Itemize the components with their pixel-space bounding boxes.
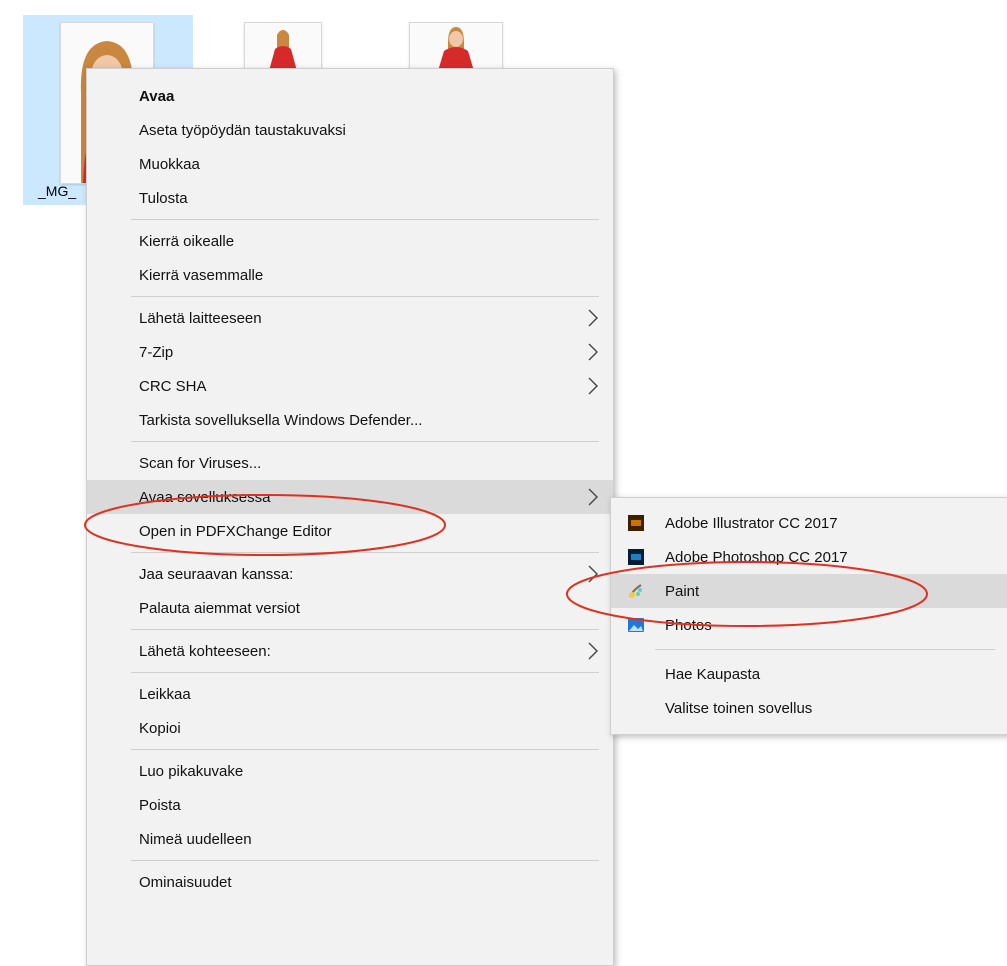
menu-item-label: Kopioi: [139, 720, 181, 737]
chevron-right-icon: [588, 377, 598, 395]
background-file-details: [612, 728, 1007, 738]
menu-separator: [131, 749, 599, 750]
chevron-right-icon: [588, 565, 598, 583]
menu-item-luo-pikakuvake[interactable]: Luo pikakuvake: [87, 754, 613, 788]
menu-item-label: Lähetä kohteeseen:: [139, 643, 271, 660]
menu-item-tulosta[interactable]: Tulosta: [87, 181, 613, 215]
submenu-separator: [655, 649, 995, 650]
file-thumbnail-2[interactable]: [244, 22, 322, 72]
menu-separator: [131, 296, 599, 297]
menu-item-avaa-sovelluksessa[interactable]: Avaa sovelluksessa: [87, 480, 613, 514]
paint-icon: [629, 584, 642, 598]
menu-item-nimea-uudelleen[interactable]: Nimeä uudelleen: [87, 822, 613, 856]
photos-icon: [628, 618, 644, 632]
menu-item-laheta-kohteeseen[interactable]: Lähetä kohteeseen:: [87, 634, 613, 668]
menu-item-label: Tulosta: [139, 190, 188, 207]
menu-item-jaa-seuraavan-kanssa[interactable]: Jaa seuraavan kanssa:: [87, 557, 613, 591]
open-with-submenu: Adobe Illustrator CC 2017 Adobe Photoshop…: [610, 497, 1007, 735]
menu-item-label: Ominaisuudet: [139, 874, 232, 891]
menu-item-kierra-vasemmalle[interactable]: Kierrä vasemmalle: [87, 258, 613, 292]
submenu-item-hae-kaupasta[interactable]: Hae Kaupasta: [611, 657, 1007, 691]
menu-item-label: Open in PDFXChange Editor: [139, 523, 332, 540]
menu-item-label: Avaa: [139, 88, 175, 105]
portrait-photo-icon: [410, 23, 502, 71]
illustrator-icon: [628, 515, 644, 531]
menu-item-label: Poista: [139, 797, 181, 814]
menu-item-label: Nimeä uudelleen: [139, 831, 252, 848]
chevron-right-icon: [588, 642, 598, 660]
portrait-photo-icon: [245, 23, 321, 71]
menu-item-scan-for-viruses[interactable]: Scan for Viruses...: [87, 446, 613, 480]
menu-item-label: Aseta työpöydän taustakuvaksi: [139, 122, 346, 139]
menu-item-poista[interactable]: Poista: [87, 788, 613, 822]
menu-separator: [131, 629, 599, 630]
submenu-item-label: Adobe Illustrator CC 2017: [665, 515, 838, 532]
photoshop-icon: [628, 549, 644, 565]
menu-item-label: Muokkaa: [139, 156, 200, 173]
menu-separator: [131, 219, 599, 220]
chevron-right-icon: [588, 488, 598, 506]
submenu-item-label: Photos: [665, 617, 712, 634]
menu-item-label: CRC SHA: [139, 378, 207, 395]
menu-separator: [131, 672, 599, 673]
menu-item-laheta-laitteeseen[interactable]: Lähetä laitteeseen: [87, 301, 613, 335]
submenu-item-label: Paint: [665, 583, 700, 600]
file-name-label: _MG_: [38, 183, 77, 199]
menu-item-aseta-tyopoydan-taustakuvaksi[interactable]: Aseta työpöydän taustakuvaksi: [87, 113, 613, 147]
menu-item-avaa[interactable]: Avaa: [87, 79, 613, 113]
menu-item-label: Luo pikakuvake: [139, 763, 244, 780]
menu-item-label: Kierrä oikealle: [139, 233, 235, 250]
menu-item-open-in-pdfxchange-editor[interactable]: Open in PDFXChange Editor: [87, 514, 613, 548]
chevron-right-icon: [588, 309, 598, 327]
menu-separator: [131, 552, 599, 553]
menu-item-leikkaa[interactable]: Leikkaa: [87, 677, 613, 711]
menu-item-tarkista-sovelluksella-windows-defender[interactable]: Tarkista sovelluksella Windows Defender.…: [87, 403, 613, 437]
submenu-item-photos[interactable]: Photos: [611, 608, 1007, 642]
chevron-right-icon: [588, 343, 598, 361]
menu-item-label: Tarkista sovelluksella Windows Defender.…: [139, 412, 423, 429]
menu-item-label: Avaa sovelluksessa: [139, 489, 271, 506]
file-thumbnail-3[interactable]: [409, 22, 503, 72]
submenu-item-label: Valitse toinen sovellus: [665, 700, 813, 717]
context-menu: Avaa Aseta työpöydän taustakuvaksi Muokkaa…: [86, 68, 614, 966]
menu-item-ominaisuudet[interactable]: Ominaisuudet: [87, 865, 613, 899]
menu-separator: [131, 441, 599, 442]
menu-item-label: Palauta aiemmat versiot: [139, 600, 300, 617]
menu-item-muokkaa[interactable]: Muokkaa: [87, 147, 613, 181]
menu-item-kopioi[interactable]: Kopioi: [87, 711, 613, 745]
menu-item-kierra-oikealle[interactable]: Kierrä oikealle: [87, 224, 613, 258]
menu-item-label: 7-Zip: [139, 344, 174, 361]
submenu-item-adobe-photoshop-cc-2017[interactable]: Adobe Photoshop CC 2017: [611, 540, 1007, 574]
menu-item-label: Jaa seuraavan kanssa:: [139, 566, 294, 583]
menu-item-palauta-aiemmat-versiot[interactable]: Palauta aiemmat versiot: [87, 591, 613, 625]
menu-item-crc-sha[interactable]: CRC SHA: [87, 369, 613, 403]
menu-item-label: Scan for Viruses...: [139, 455, 262, 472]
submenu-item-paint[interactable]: Paint: [611, 574, 1007, 608]
submenu-item-label: Hae Kaupasta: [665, 666, 761, 683]
menu-item-label: Kierrä vasemmalle: [139, 267, 264, 284]
menu-item-7-zip[interactable]: 7-Zip: [87, 335, 613, 369]
menu-item-label: Leikkaa: [139, 686, 191, 703]
submenu-item-valitse-toinen-sovellus[interactable]: Valitse toinen sovellus: [611, 691, 1007, 725]
submenu-item-label: Adobe Photoshop CC 2017: [665, 549, 848, 566]
menu-separator: [131, 860, 599, 861]
menu-item-label: Lähetä laitteeseen: [139, 310, 262, 327]
submenu-item-adobe-illustrator-cc-2017[interactable]: Adobe Illustrator CC 2017: [611, 506, 1007, 540]
